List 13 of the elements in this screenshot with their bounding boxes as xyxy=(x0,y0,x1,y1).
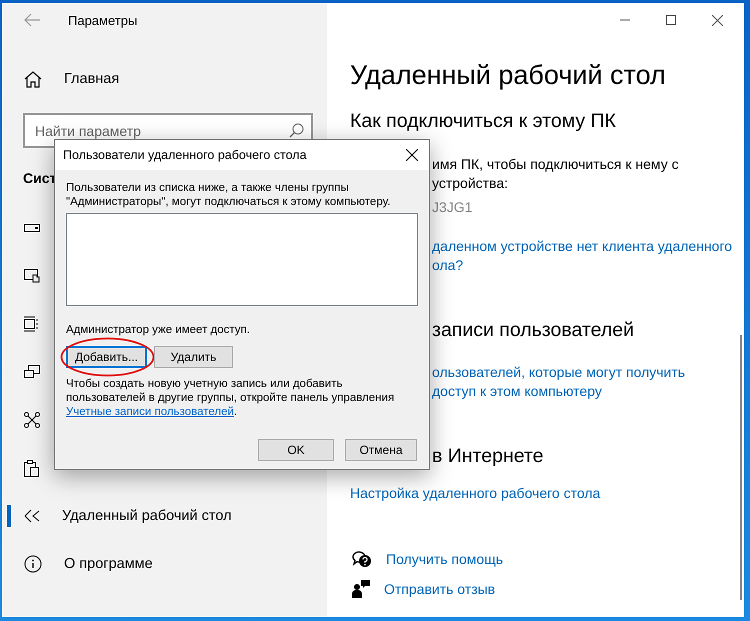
section-heading: записи пользователей xyxy=(432,318,634,343)
pc-name: J3JG1 xyxy=(432,198,472,217)
dialog-text: Пользователи из списка ниже, а также члены группы "Администраторы", могут подключаться к этому компьютеру. xyxy=(66,181,392,209)
section-heading: Сист xyxy=(23,170,56,188)
page-title: Удаленный рабочий стол xyxy=(350,60,667,92)
status-text: Администратор уже имеет доступ. xyxy=(66,324,251,336)
section-heading: в Интернете xyxy=(432,444,544,469)
window-title: Параметры xyxy=(68,12,138,28)
description-text: устройства: xyxy=(432,174,508,193)
dialog-title: Пользователи удаленного рабочего стола xyxy=(63,148,307,162)
description-text: имя ПК, чтобы подключиться к нему с xyxy=(432,155,679,174)
note-text: Чтобы создать новую учетную запись или добавить пользователей в другие группы, откройте панель управления Учетные записи пользователей. xyxy=(66,377,396,419)
section-heading: Как подключиться к этому ПК xyxy=(350,109,616,134)
